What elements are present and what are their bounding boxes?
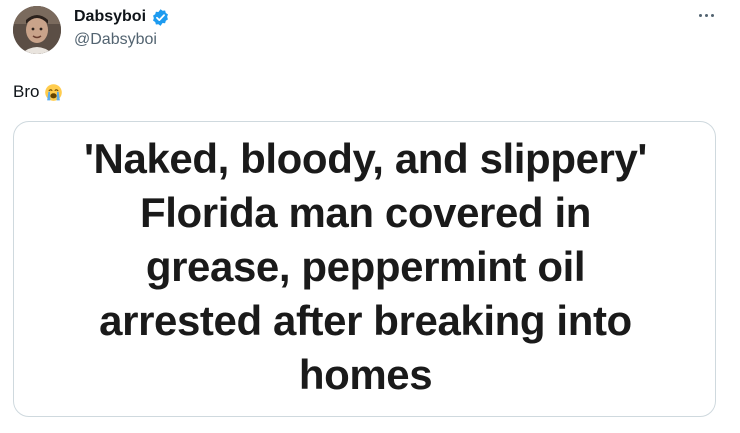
loudly-crying-face-icon	[44, 83, 63, 102]
headline-line-4: arrested after breaking into	[99, 297, 632, 344]
headline-line-2: Florida man covered in	[140, 189, 591, 236]
avatar-photo	[13, 6, 61, 54]
tweet-text: Bro	[13, 80, 63, 104]
headline: 'Naked, bloody, and slippery' Florida ma…	[14, 132, 715, 402]
media-card-image[interactable]: 'Naked, bloody, and slippery' Florida ma…	[13, 121, 716, 417]
ellipsis-dot	[704, 13, 708, 17]
verified-badge-icon	[151, 8, 170, 27]
ellipsis-icon	[698, 13, 702, 17]
headline-line-3: grease, peppermint oil	[145, 243, 586, 290]
display-name[interactable]: Dabsyboi	[74, 7, 146, 27]
tweet-text-content: Bro	[13, 82, 40, 101]
headline-line-1: 'Naked, bloody, and slippery'	[83, 135, 648, 182]
tweet: Dabsyboi @Dabsyboi Bro 'Naked, bloody, a…	[0, 0, 740, 433]
tweet-header: Dabsyboi @Dabsyboi	[0, 0, 740, 70]
avatar[interactable]	[13, 6, 61, 54]
ellipsis-dot	[710, 13, 714, 17]
user-handle[interactable]: @Dabsyboi	[74, 30, 157, 50]
headline-line-5: homes	[298, 351, 433, 398]
display-name-row: Dabsyboi	[74, 6, 170, 28]
more-options-button[interactable]	[692, 5, 720, 25]
